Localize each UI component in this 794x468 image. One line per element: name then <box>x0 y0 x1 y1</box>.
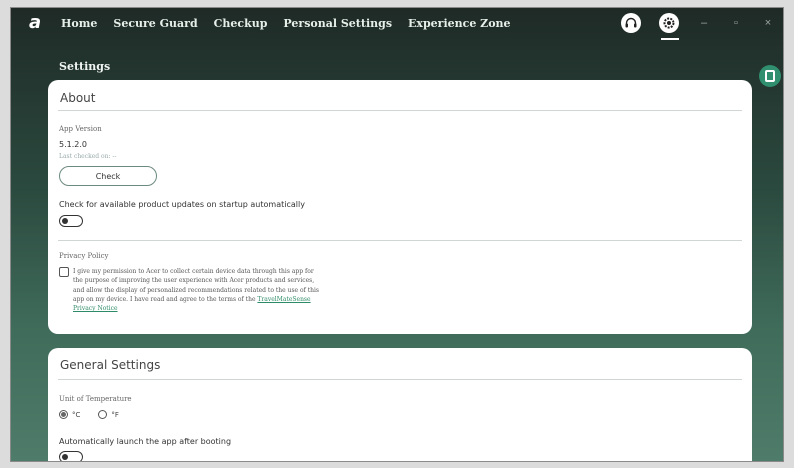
main-nav: Home Secure Guard Checkup Personal Setti… <box>61 17 511 30</box>
auto-launch-toggle[interactable] <box>59 451 83 461</box>
general-settings-title: General Settings <box>60 358 161 372</box>
radio-circle <box>98 410 108 419</box>
radio-circle <box>59 410 68 419</box>
headset-icon <box>625 17 637 28</box>
about-card: About App Version 5.1.2.0 Last checked o… <box>48 80 752 334</box>
radio-celsius[interactable]: °C <box>59 410 80 419</box>
privacy-consent-checkbox[interactable] <box>59 267 69 277</box>
check-button[interactable]: Check <box>59 166 157 186</box>
nav-checkup[interactable]: Checkup <box>214 17 268 30</box>
nav-experience-zone[interactable]: Experience Zone <box>408 17 511 30</box>
settings-button[interactable] <box>659 13 679 33</box>
settings-tab[interactable] <box>659 13 679 40</box>
acer-logo: a <box>29 12 42 33</box>
support-button[interactable] <box>621 13 641 33</box>
nav-personal-settings[interactable]: Personal Settings <box>283 17 392 30</box>
last-checked-text: Last checked on: -- <box>59 153 117 160</box>
radio-selected-dot <box>61 412 66 417</box>
app-version-label: App Version <box>59 125 102 133</box>
top-navigation-bar: a Home Secure Guard Checkup Personal Set… <box>11 8 783 40</box>
privacy-title: Privacy Policy <box>59 252 109 260</box>
side-panel-button[interactable] <box>759 65 781 87</box>
general-settings-card: General Settings Unit of Temperature °C … <box>48 348 752 461</box>
celsius-label: °C <box>72 410 81 419</box>
active-tab-indicator <box>661 38 679 40</box>
about-divider <box>58 110 742 111</box>
app-version-value: 5.1.2.0 <box>59 140 87 149</box>
nav-secure-guard[interactable]: Secure Guard <box>113 17 197 30</box>
general-divider <box>58 379 742 380</box>
auto-launch-label: Automatically launch the app after booti… <box>59 437 232 446</box>
close-button[interactable]: × <box>761 17 775 29</box>
minimize-button[interactable]: – <box>697 17 711 29</box>
temperature-unit-label: Unit of Temperature <box>59 395 132 403</box>
side-panel-icon <box>765 70 775 82</box>
privacy-text-block: I give my permission to Acer to collect … <box>73 267 325 313</box>
nav-home[interactable]: Home <box>61 17 97 30</box>
temperature-unit-options: °C °F <box>59 410 119 419</box>
about-title: About <box>60 91 96 105</box>
toggle-knob <box>62 217 68 224</box>
privacy-divider <box>58 240 742 241</box>
restore-button[interactable]: ▫ <box>729 17 743 29</box>
app-window: a Home Secure Guard Checkup Personal Set… <box>10 7 784 462</box>
fahrenheit-label: °F <box>111 410 119 419</box>
auto-update-label: Check for available product updates on s… <box>59 200 305 209</box>
toggle-knob <box>62 453 68 460</box>
auto-update-toggle[interactable] <box>59 215 83 227</box>
radio-fahrenheit[interactable]: °F <box>98 410 119 419</box>
settings-icon <box>663 17 675 29</box>
page-title: Settings <box>59 60 111 73</box>
top-right-controls: – ▫ × <box>621 13 775 40</box>
